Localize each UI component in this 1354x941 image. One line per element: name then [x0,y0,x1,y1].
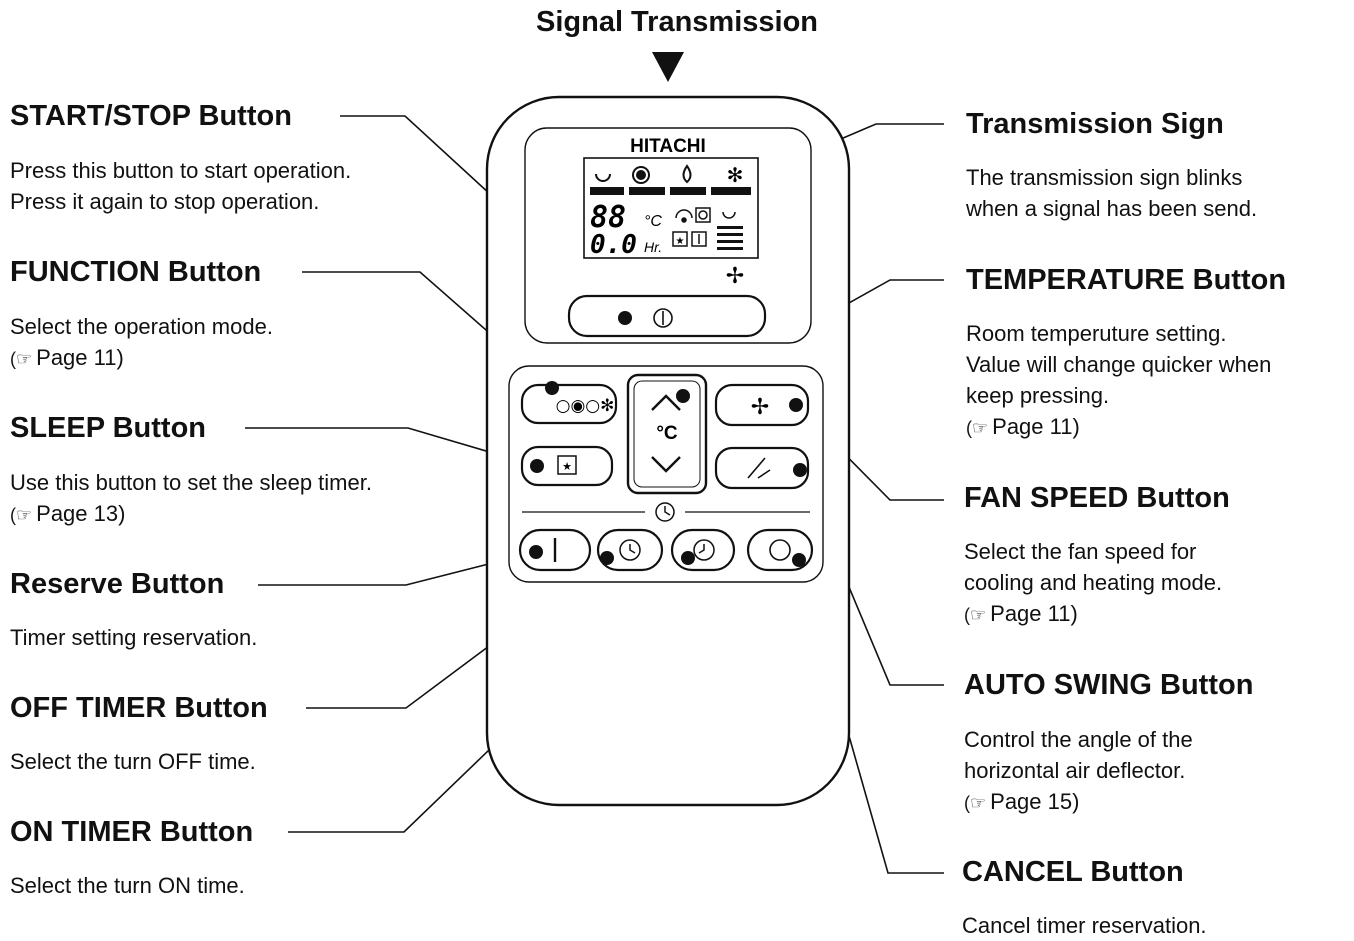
brand-label: HITACHI [630,136,706,157]
cancel-desc: Cancel timer reservation. [962,913,1207,938]
cancel-heading: CANCEL Button [962,856,1184,888]
auto-swing-desc: Control the angle of the horizontal air … [964,727,1193,814]
fan-speed-heading: FAN SPEED Button [964,482,1230,514]
transmission-sign-heading: Transmission Sign [966,108,1224,140]
on-timer-heading: ON TIMER Button [10,816,254,848]
on-timer-desc: Select the turn ON time. [10,873,245,898]
temp-unit-label: °C [656,423,678,444]
svg-text:★: ★ [562,460,572,473]
auto-swing-heading: AUTO SWING Button [964,669,1254,701]
page-ref-icon: (☞ [10,349,33,369]
page-ref-icon: (☞ [10,505,33,525]
heat-mode-icon: ✻ [727,163,744,187]
lcd-unit-hr: Hr. [644,239,662,255]
fan-symbol-icon: ✢ [726,264,744,289]
reserve-desc: Timer setting reservation. [10,625,258,650]
reserve-heading: Reserve Button [10,568,225,600]
function-desc: Select the operation mode. (☞ Page 11) [10,314,273,370]
page-ref-icon: (☞ [964,793,987,813]
lcd-bars [590,187,751,195]
off-timer-heading: OFF TIMER Button [10,692,268,724]
sleep-desc: Use this button to set the sleep timer. … [10,470,372,526]
off-timer-desc: Select the turn OFF time. [10,749,256,774]
sleep-heading: SLEEP Button [10,412,207,444]
temperature-heading: TEMPERATURE Button [966,264,1287,296]
lcd-unit-c: °C [644,213,662,230]
start-stop-heading: START/STOP Button [10,100,292,132]
start-stop-button[interactable] [567,294,767,338]
temperature-desc: Room temperuture setting. Value will cha… [966,321,1272,439]
page-ref-icon: (☞ [964,605,987,625]
transmission-sign-desc: The transmission sign blinks when a sign… [966,165,1258,221]
function-mode-icons: ○◉○✻ [556,396,615,416]
start-stop-desc: Press this button to start operation. Pr… [10,158,352,214]
page-ref-icon: (☞ [966,418,989,438]
svg-text:★: ★ [676,236,685,247]
fan-speed-desc: Select the fan speed for cooling and hea… [964,539,1223,626]
lcd-digits-hr: 0.0 [590,230,637,260]
function-heading: FUNCTION Button [10,256,262,288]
fan-icon: ✢ [751,395,769,420]
